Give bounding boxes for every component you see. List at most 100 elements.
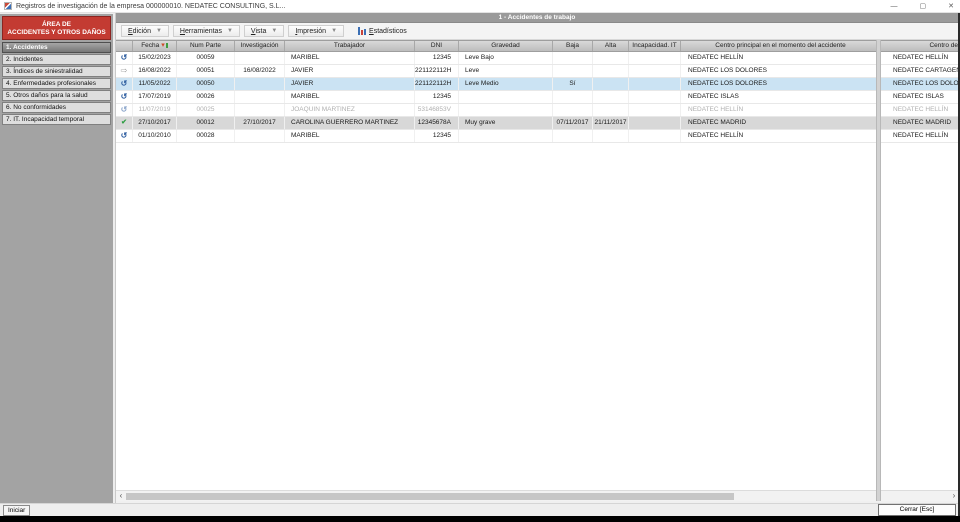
column-header-centro-de[interactable]: Centro de: [881, 41, 959, 51]
table-row[interactable]: ✔ 27/10/2017 00012 27/10/2017 CAROLINA GUERR…: [116, 117, 959, 130]
table-header: Fecha ▾ Num Parte Investigación Trabajado…: [116, 40, 959, 52]
cell-centro-de: NEDATEC HELLÍN: [893, 106, 949, 113]
column-header-baja[interactable]: Baja: [553, 41, 593, 51]
sidebar: ÁREA DE ACCIDENTES Y OTROS DAÑOS 1. Acci…: [0, 14, 113, 503]
cell-incapacidad-it: [629, 104, 681, 116]
cell-centro-de: NEDATEC HELLÍN: [893, 132, 949, 139]
sidebar-item-1-accidentes[interactable]: 1. Accidentes: [2, 42, 111, 53]
chevron-down-icon: ▼: [331, 28, 338, 34]
cell-centro-principal: NEDATEC LOS DOLORES: [681, 65, 881, 77]
toolbar-menu-label: Impresión: [295, 27, 327, 35]
cell-trabajador: MARIBEL: [285, 91, 415, 103]
cell-gravedad: [459, 91, 553, 103]
toolbar-menu-label: Herramientas: [179, 27, 222, 35]
table-row[interactable]: ⇨ 16/08/2022 00051 16/08/2022 JAVIER 22112211…: [116, 65, 959, 78]
sidebar-items: 1. Accidentes 2. Incidentes 3. Índices de …: [0, 42, 113, 125]
cell-num-parte: 00025: [177, 104, 235, 116]
column-header-dni[interactable]: DNI: [415, 41, 459, 51]
row-status-cell: ↺: [116, 78, 133, 90]
cell-incapacidad-it: [629, 130, 681, 142]
cell-alta: [593, 104, 629, 116]
sidebar-header-line2: ACCIDENTES Y OTROS DAÑOS: [7, 29, 106, 36]
column-header-trabajador[interactable]: Trabajador: [285, 41, 415, 51]
cell-investigacion: [235, 104, 285, 116]
cerrar-button[interactable]: Cerrar [Esc]: [878, 504, 956, 516]
cell-baja: 07/11/2017: [553, 117, 593, 129]
cell-dni: 12345: [415, 91, 459, 103]
toolbar-menu-vista[interactable]: Vista ▼: [243, 25, 285, 37]
row-status-cell: ⇨: [116, 65, 133, 77]
table-row[interactable]: ↺ 15/02/2023 00059 MARIBEL 12345 Leve Bajo NED…: [116, 52, 959, 65]
toolbar-menu-edición[interactable]: Edición ▼: [121, 25, 169, 37]
cell-centro-principal: NEDATEC ISLAS: [681, 91, 881, 103]
close-icon[interactable]: ✕: [948, 0, 954, 13]
cell-fecha: 16/08/2022: [133, 65, 177, 77]
cell-fecha: 11/05/2022: [133, 78, 177, 90]
column-header-alta[interactable]: Alta: [593, 41, 629, 51]
toolbar-menu-impresión[interactable]: Impresión ▼: [288, 25, 345, 37]
toolbar-menu-label: Vista: [250, 27, 267, 35]
cell-investigacion: 16/08/2022: [235, 65, 285, 77]
sidebar-item-7-it-incapacidad-temporal[interactable]: 7. IT. Incapacidad temporal: [2, 114, 111, 125]
iniciar-button[interactable]: Iniciar: [3, 505, 31, 516]
cell-alta: [593, 130, 629, 142]
table-row[interactable]: ↺ 11/05/2022 00050 JAVIER 221122112H Leve Med…: [116, 78, 959, 91]
table-row[interactable]: ↺ 01/10/2010 00028 MARIBEL 12345 NEDATEC HELL…: [116, 130, 959, 143]
column-header-incapacidad[interactable]: Incapacidad. IT: [629, 41, 681, 51]
cell-fecha: 27/10/2017: [133, 117, 177, 129]
sort-filter-icon: [165, 42, 168, 48]
column-header-investigacion[interactable]: Investigación: [235, 41, 285, 51]
titlebar: Registros de investigación de la empresa…: [0, 0, 960, 13]
table-row[interactable]: ↺ 17/07/2019 00026 MARIBEL 12345 NEDATEC ISLA…: [116, 91, 959, 104]
cell-baja: [553, 91, 593, 103]
cell-baja: [553, 104, 593, 116]
row-status-cell: ↺: [116, 52, 133, 64]
main-panel: 1 - Accidentes de trabajo Edición ▼ Herram…: [115, 13, 959, 503]
cell-centro-principal: NEDATEC MADRID: [681, 117, 881, 129]
cell-centro-principal: NEDATEC LOS DOLORES: [681, 78, 881, 90]
cell-fecha: 01/10/2010: [133, 130, 177, 142]
statistics-button[interactable]: Estadísticos: [358, 27, 407, 35]
minimize-button[interactable]: —: [891, 0, 898, 13]
sidebar-item-2-incidentes[interactable]: 2. Incidentes: [2, 54, 111, 65]
pending-blue-icon: ↺: [120, 53, 128, 62]
table-row[interactable]: ↺ 11/07/2019 00025 JOAQUIN MARTINEZ 53146853…: [116, 104, 959, 117]
window-controls: — ▢ ✕: [891, 0, 955, 13]
row-status-cell: ↺: [116, 104, 133, 116]
maximize-button[interactable]: ▢: [920, 0, 927, 13]
sidebar-item-5-otros-daños-para-la-salud[interactable]: 5. Otros daños para la salud: [2, 90, 111, 101]
arrow-outline-icon: ⇨: [120, 66, 128, 75]
cell-trabajador: JAVIER: [285, 78, 415, 90]
table-body: ↺ 15/02/2023 00059 MARIBEL 12345 Leve Bajo NED…: [116, 52, 959, 143]
cell-fecha: 15/02/2023: [133, 52, 177, 64]
column-header-gravedad[interactable]: Gravedad: [459, 41, 553, 51]
sidebar-item-6-no-conformidades[interactable]: 6. No conformidades: [2, 102, 111, 113]
cell-centro-de: NEDATEC CARTAGENA: [893, 67, 959, 74]
cell-gravedad: Muy grave: [459, 117, 553, 129]
sidebar-item-4-enfermedades-profesionales[interactable]: 4. Enfermedades profesionales: [2, 78, 111, 89]
pending-blue-icon: ↺: [120, 131, 128, 140]
cell-baja: [553, 65, 593, 77]
cell-centro-de: NEDATEC HELLÍN: [893, 54, 949, 61]
horizontal-scrollbar[interactable]: ‹ ›: [116, 490, 959, 501]
cell-trabajador: MARIBEL: [285, 52, 415, 64]
column-header-centro-principal[interactable]: Centro principal en el momento del accid…: [681, 41, 881, 51]
cell-incapacidad-it: [629, 78, 681, 90]
cell-investigacion: [235, 52, 285, 64]
cell-gravedad: Leve Medio: [459, 78, 553, 90]
pending-blue-icon: ↺: [120, 79, 128, 88]
toolbar-menu-herramientas[interactable]: Herramientas ▼: [172, 25, 240, 37]
column-header-fecha[interactable]: Fecha ▾: [133, 41, 177, 51]
row-status-cell: ↺: [116, 130, 133, 142]
cell-dni: 12345: [415, 130, 459, 142]
column-header-num-parte[interactable]: Num Parte: [177, 41, 235, 51]
scroll-left-arrow-icon[interactable]: ‹: [116, 491, 126, 501]
toolbar: Edición ▼ Herramientas ▼ Vista ▼ Impresión ▼ Es…: [116, 23, 958, 40]
cell-num-parte: 00012: [177, 117, 235, 129]
scrollbar-thumb[interactable]: [126, 493, 734, 500]
cell-baja: [553, 52, 593, 64]
cell-baja: [553, 130, 593, 142]
cell-alta: 21/11/2017: [593, 117, 629, 129]
sidebar-item-3-índices-de-siniestralidad[interactable]: 3. Índices de siniestralidad: [2, 66, 111, 77]
cell-dni: 53146853V: [415, 104, 459, 116]
